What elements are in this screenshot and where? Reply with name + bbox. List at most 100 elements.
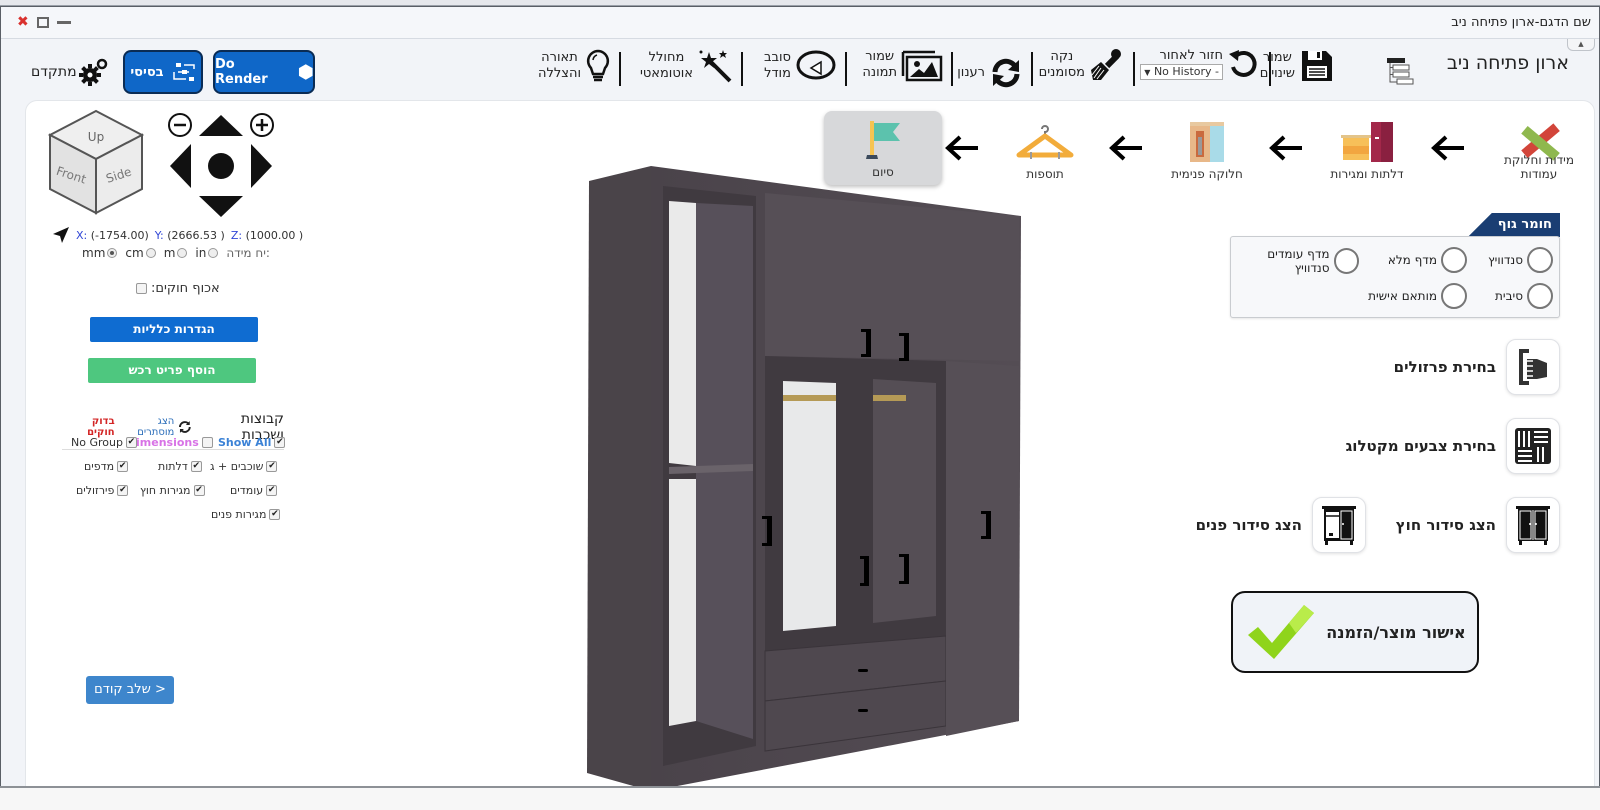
previous-step-button[interactable]: < שלב קודם — [86, 676, 174, 704]
view-cube[interactable]: Up Front Side — [46, 107, 146, 217]
paint-brush-icon — [1091, 49, 1121, 80]
do-render-button[interactable]: Do Render — [213, 50, 315, 94]
undo-button[interactable]: חזור לאחור ▼ No History - — [1140, 48, 1259, 80]
unit-m[interactable]: m — [164, 246, 188, 260]
save-line1: שמור — [1262, 50, 1292, 65]
checkbox[interactable]: ✔ — [125, 437, 137, 448]
unit-in[interactable]: in — [195, 246, 219, 260]
unit-label: m — [163, 246, 176, 260]
checkbox[interactable]: ✔ — [266, 461, 278, 472]
group-horizontals[interactable]: ✔ שוכבים + ג — [210, 460, 278, 473]
show-interior-button[interactable]: הצג סידור פנים — [1196, 497, 1366, 553]
advanced-mode-button[interactable]: מתקדם — [31, 58, 109, 86]
material-option-sandwich[interactable]: סנדוויץ — [1488, 247, 1553, 273]
close-icon[interactable]: ✖ — [17, 15, 29, 29]
checkbox[interactable]: ✔ — [190, 461, 202, 472]
unit-label: cm — [125, 246, 144, 260]
refresh-icon[interactable] — [178, 420, 192, 434]
lighting-button[interactable]: תאורה והצללה — [538, 48, 611, 84]
icon-tile — [1506, 418, 1560, 474]
unit-cm[interactable]: cm — [125, 246, 156, 260]
checkbox[interactable] — [201, 437, 213, 448]
pan-up-icon[interactable] — [199, 115, 243, 136]
center-view-icon[interactable] — [208, 153, 234, 179]
group-outer-drawers[interactable]: ✔ מגירות חוץ — [140, 484, 205, 497]
material-option-custom[interactable]: מותאם אישית — [1368, 283, 1467, 309]
catalog-colors-button[interactable]: בחירת צבעים מקטלוג — [1346, 418, 1560, 474]
refresh-button[interactable]: רענון — [957, 56, 1023, 90]
checkbox[interactable]: ✔ — [117, 485, 129, 496]
radio-button[interactable] — [177, 248, 188, 258]
material-option-full-shelf[interactable]: מדף מלא — [1388, 247, 1467, 273]
mirror-panel — [783, 381, 836, 631]
option-label: סנדוויץ — [1488, 253, 1523, 267]
tree-structure-icon[interactable] — [1385, 54, 1415, 86]
pan-left-icon[interactable] — [170, 144, 191, 188]
group-shelves[interactable]: ✔ מדפים — [84, 460, 129, 473]
toolbar-divider — [619, 52, 621, 86]
finish-flag-icon — [866, 121, 900, 159]
group-dimensions[interactable]: imensions — [136, 436, 213, 449]
show-exterior-button[interactable]: הצג סידור חוץ — [1396, 497, 1560, 553]
zoom-in-icon[interactable] — [250, 113, 274, 137]
save-image-line1: שמור — [865, 49, 895, 64]
coordinates-readout: X: (-1754.00) Y: (2666.53 ) Z: (1000.00 … — [52, 226, 303, 244]
radio-button[interactable] — [1527, 247, 1553, 273]
enforce-rules-label: אכוף חוקים: — [151, 281, 220, 296]
step-interior-division[interactable]: חלוקה פנימית — [1152, 111, 1262, 187]
history-select[interactable]: ▼ No History - — [1140, 64, 1223, 80]
confirm-order-button[interactable]: אישור מוצר/הזמנה — [1231, 591, 1479, 673]
material-option-chipboard[interactable]: סיבית — [1495, 283, 1553, 309]
step-dimensions[interactable]: מידות וחלוקת עמודות — [1484, 111, 1594, 187]
step-doors-drawers[interactable]: דלתות ומגירות — [1312, 111, 1422, 187]
radio-button[interactable] — [1333, 248, 1359, 274]
radio-button[interactable] — [1441, 283, 1467, 309]
checkbox[interactable]: ✔ — [266, 485, 278, 496]
clear-line1: נקה — [1050, 49, 1074, 64]
general-settings-button[interactable]: הגדרות כלליות — [90, 317, 258, 342]
material-option-sandwich-standing-shelf[interactable]: מדף עומדים סנדוויץ — [1231, 247, 1359, 275]
pan-right-icon[interactable] — [251, 144, 272, 188]
zoom-out-icon[interactable] — [168, 113, 192, 137]
enforce-rules-checkbox[interactable] — [136, 283, 147, 294]
group-hardware[interactable]: ✔ פירזולים — [76, 484, 129, 497]
unit-mm[interactable]: mm — [82, 246, 118, 260]
checkbox[interactable]: ✔ — [269, 509, 281, 520]
radio-button[interactable] — [208, 248, 219, 258]
rotate-model-button[interactable]: סובב מודל — [764, 48, 837, 84]
group-verticals[interactable]: ✔ עומדים — [230, 484, 278, 497]
checkbox[interactable]: ✔ — [274, 437, 286, 448]
basic-label: בסיסי — [130, 64, 164, 80]
cube-up-label[interactable]: Up — [88, 130, 104, 144]
group-doors[interactable]: ✔ דלתות — [158, 460, 202, 473]
checkbox[interactable]: ✔ — [117, 461, 129, 472]
auto-generator-button[interactable]: מחולל אוטומאטי — [640, 48, 733, 84]
checkbox[interactable]: ✔ — [193, 485, 205, 496]
wardrobe-3d-view[interactable] — [581, 161, 1041, 800]
step-label: מידות וחלוקת עמודות — [1504, 153, 1574, 181]
radio-button[interactable] — [1527, 283, 1553, 309]
right-door — [946, 361, 1019, 736]
pan-down-icon[interactable] — [199, 196, 243, 217]
hardware-selection-button[interactable]: בחירת פרזולים — [1394, 339, 1560, 395]
maximize-icon[interactable] — [36, 16, 49, 28]
group-no-group[interactable]: ✔ No Group — [71, 436, 137, 449]
option-label: מדף מלא — [1387, 253, 1437, 267]
confirm-order-label: אישור מוצר/הזמנה — [1326, 622, 1466, 642]
radio-button[interactable] — [145, 248, 156, 258]
check-rules-link[interactable]: בדוק חוקים — [62, 416, 115, 438]
group-show-all[interactable]: ✔ Show All — [218, 436, 286, 449]
unit-label: mm — [82, 246, 106, 260]
icon-tile — [1312, 497, 1366, 553]
step-label: דלתות ומגירות — [1330, 167, 1404, 181]
group-inner-drawers[interactable]: ✔ מגירות פנים — [211, 508, 281, 521]
radio-button[interactable] — [107, 248, 118, 258]
save-image-button[interactable]: שמור תמונה — [862, 48, 943, 82]
show-hidden-link[interactable]: הצג מוסתרים — [119, 416, 174, 438]
clear-line2: מסומנים — [1038, 65, 1085, 80]
radio-button[interactable] — [1441, 247, 1467, 273]
basic-mode-button[interactable]: בסיסי — [123, 50, 203, 94]
add-purchase-item-button[interactable]: הוסף פריט רכש — [88, 358, 256, 383]
minimize-icon[interactable] — [56, 20, 71, 24]
clear-selected-button[interactable]: נקה מסומנים — [1039, 48, 1123, 82]
